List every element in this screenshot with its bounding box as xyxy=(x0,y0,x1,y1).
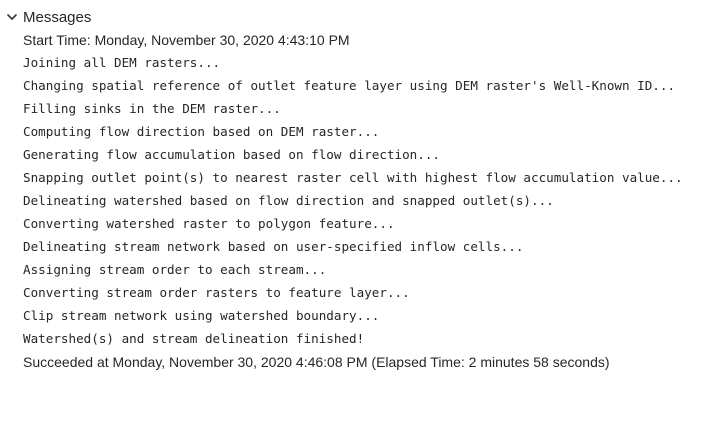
message-line: Clip stream network using watershed boun… xyxy=(23,308,380,323)
message-line: Filling sinks in the DEM raster... xyxy=(23,101,281,116)
message-line: Succeeded at Monday, November 30, 2020 4… xyxy=(23,354,610,370)
message-line: Changing spatial reference of outlet fea… xyxy=(23,78,676,93)
message-line: Assigning stream order to each stream... xyxy=(23,262,327,277)
messages-panel: Messages Start Time: Monday, November 30… xyxy=(0,0,701,444)
message-line: Joining all DEM rasters... xyxy=(23,55,221,70)
message-line: Generating flow accumulation based on fl… xyxy=(23,147,441,162)
message-line: Delineating stream network based on user… xyxy=(23,239,524,254)
message-line: Snapping outlet point(s) to nearest rast… xyxy=(23,170,683,185)
message-line: Computing flow direction based on DEM ra… xyxy=(23,124,380,139)
message-line: Start Time: Monday, November 30, 2020 4:… xyxy=(23,32,350,48)
message-line: Delineating watershed based on flow dire… xyxy=(23,193,554,208)
chevron-down-icon[interactable] xyxy=(5,10,19,24)
messages-section-toggle[interactable]: Messages xyxy=(5,7,91,27)
message-line: Converting watershed raster to polygon f… xyxy=(23,216,395,231)
message-list: Start Time: Monday, November 30, 2020 4:… xyxy=(23,31,693,376)
messages-title: Messages xyxy=(23,8,92,26)
message-line: Watershed(s) and stream delineation fini… xyxy=(23,331,365,346)
message-line: Converting stream order rasters to featu… xyxy=(23,285,410,300)
